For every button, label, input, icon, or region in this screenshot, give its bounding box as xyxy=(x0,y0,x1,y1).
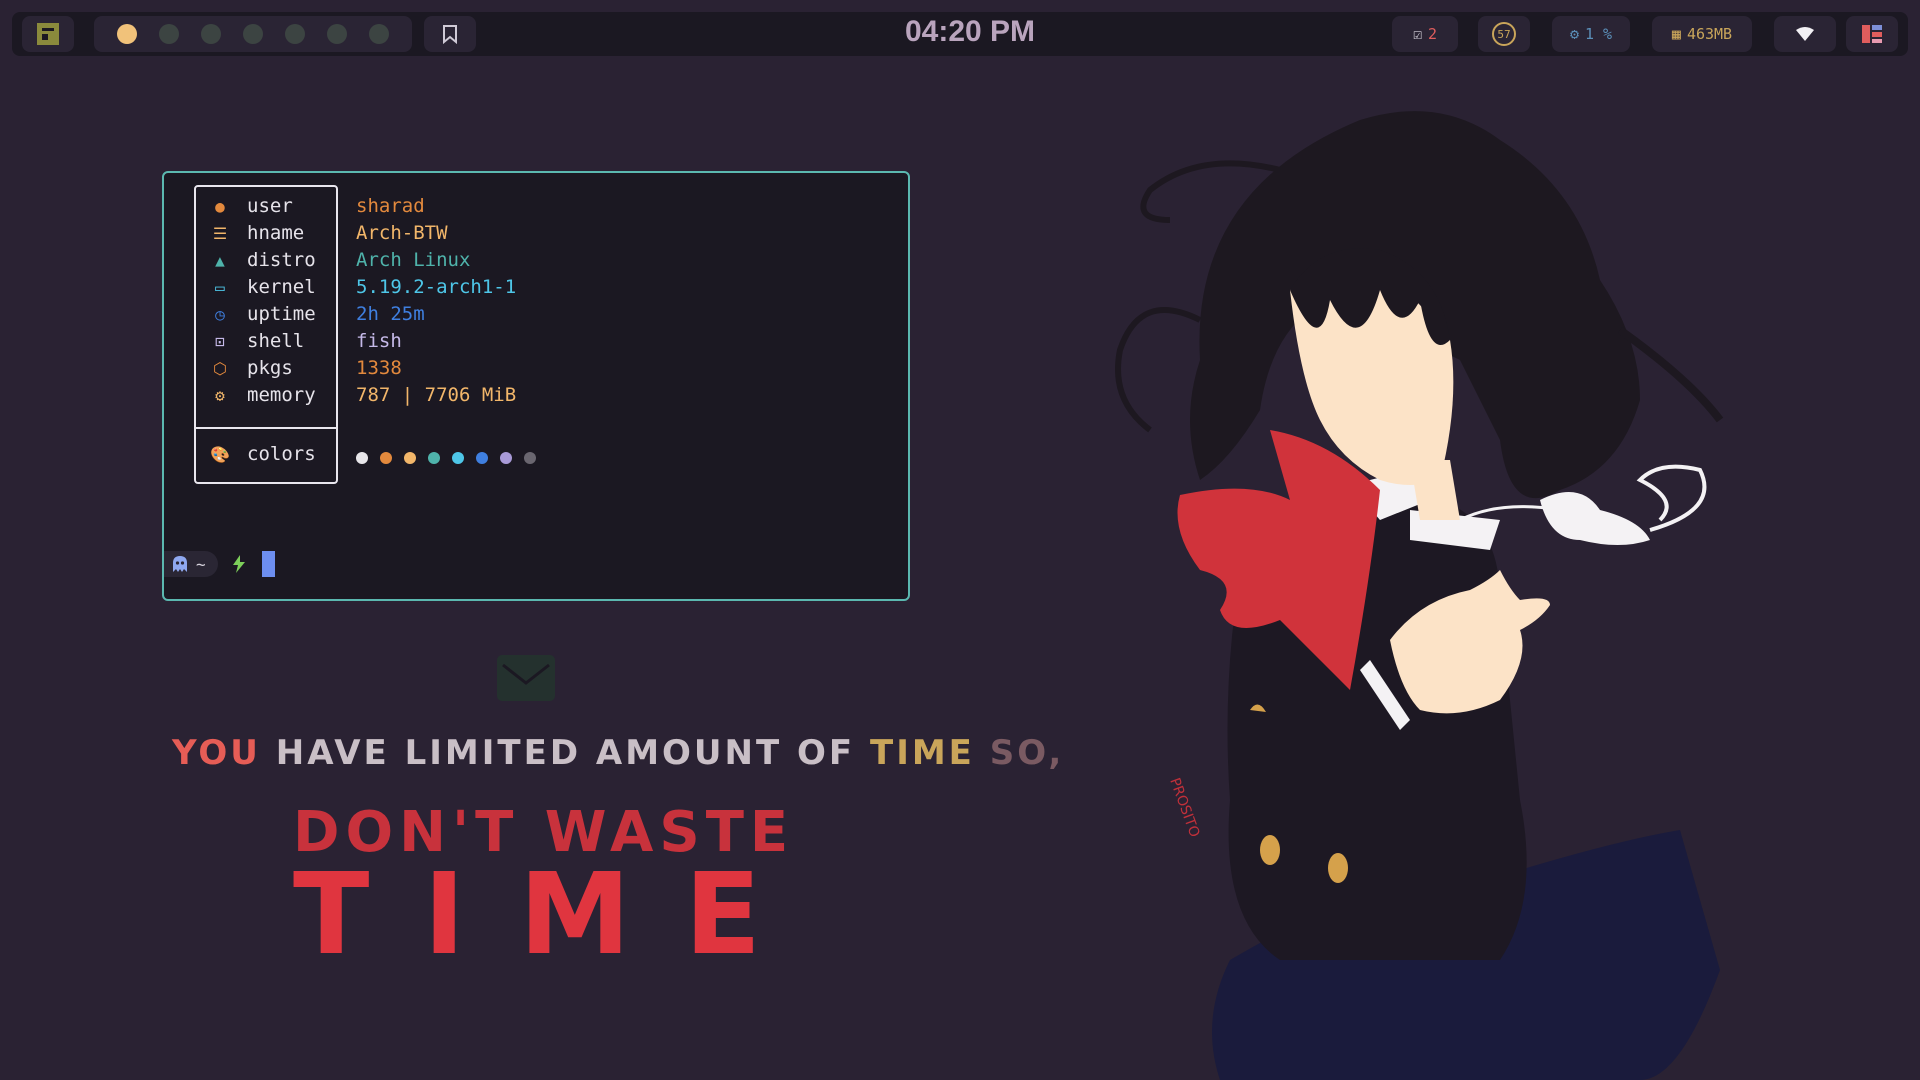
palette-swatch-7 xyxy=(500,452,512,464)
ghost-icon xyxy=(173,556,187,572)
envelope-flap xyxy=(502,663,550,685)
user-icon: ● xyxy=(215,197,225,216)
fetch-value-shell: fish xyxy=(356,330,402,352)
fetch-label: uptime xyxy=(247,303,316,325)
hostname-icon: ☰ xyxy=(212,224,228,243)
fetch-row-kernel: ▭ kernel xyxy=(210,274,316,301)
fetch-value-uptime: 2h 25m xyxy=(356,303,425,325)
fetch-row-hname: ☰ hname xyxy=(210,220,304,247)
quote-you: YOU xyxy=(172,733,261,773)
fetch-row-distro: ▲ distro xyxy=(210,247,316,274)
fetch-label: user xyxy=(247,195,293,217)
fetch-value-memory: 787 | 7706 MiB xyxy=(356,384,517,406)
palette-swatch-2 xyxy=(380,452,392,464)
fetch-label: distro xyxy=(247,249,316,271)
quote-line-1: YOU HAVE LIMITED AMOUNT OF TIME SO, xyxy=(172,733,1061,773)
palette-swatch-3 xyxy=(404,452,416,464)
quote-mid: HAVE LIMITED AMOUNT OF xyxy=(275,733,856,773)
prompt-chip: ~ xyxy=(164,551,218,577)
clock-icon: ◷ xyxy=(215,305,225,324)
quote-line-3: TIME xyxy=(293,850,816,980)
quote-time: TIME xyxy=(870,733,975,773)
terminal-icon: ⊡ xyxy=(215,332,225,351)
envelope-icon[interactable] xyxy=(497,655,555,701)
palette-swatch-1 xyxy=(356,452,368,464)
fetch-row-pkgs: ⬡ pkgs xyxy=(210,355,293,382)
art-signature: PROSITO xyxy=(1166,776,1202,840)
fetch-value-pkgs: 1338 xyxy=(356,357,402,379)
palette-swatch-6 xyxy=(476,452,488,464)
fetch-value-distro: Arch Linux xyxy=(356,249,471,271)
laptop-icon: ▭ xyxy=(215,278,225,297)
fetch-label: colors xyxy=(247,443,316,465)
fetch-label: shell xyxy=(247,330,305,352)
quote-so: SO, xyxy=(989,733,1065,773)
fetch-label: hname xyxy=(247,222,305,244)
text-cursor xyxy=(261,551,275,577)
color-palette xyxy=(356,452,536,464)
palette-icon: 🎨 xyxy=(210,445,230,464)
fetch-label: pkgs xyxy=(247,357,293,379)
fetch-label: kernel xyxy=(247,276,316,298)
terminal-window[interactable]: ● user sharad ☰ hname Arch-BTW ▲ distro Arch Lin… xyxy=(162,171,910,601)
fetch-label: memory xyxy=(247,384,316,406)
bolt-icon xyxy=(232,555,245,573)
fetch-row-uptime: ◷ uptime xyxy=(210,301,316,328)
package-icon: ⬡ xyxy=(213,359,227,378)
fetch-divider xyxy=(196,427,336,429)
fetch-row-colors: 🎨 colors xyxy=(210,441,316,468)
clock: 04:20 PM xyxy=(904,15,1036,48)
prompt-dir: ~ xyxy=(196,554,206,574)
arch-icon: ▲ xyxy=(215,251,225,270)
fetch-value-kernel: 5.19.2-arch1-1 xyxy=(356,276,517,298)
fetch-row-user: ● user xyxy=(210,193,293,220)
wallpaper-illustration: PROSITO xyxy=(1115,111,1724,1080)
palette-swatch-5 xyxy=(452,452,464,464)
fetch-value-hname: Arch-BTW xyxy=(356,222,448,244)
fetch-row-shell: ⊡ shell xyxy=(210,328,304,355)
chip-icon: ⚙ xyxy=(215,386,225,405)
shell-prompt[interactable]: ~ xyxy=(164,549,275,579)
palette-swatch-4 xyxy=(428,452,440,464)
fetch-row-memory: ⚙ memory xyxy=(210,382,316,409)
fetch-value-user: sharad xyxy=(356,195,425,217)
palette-swatch-8 xyxy=(524,452,536,464)
